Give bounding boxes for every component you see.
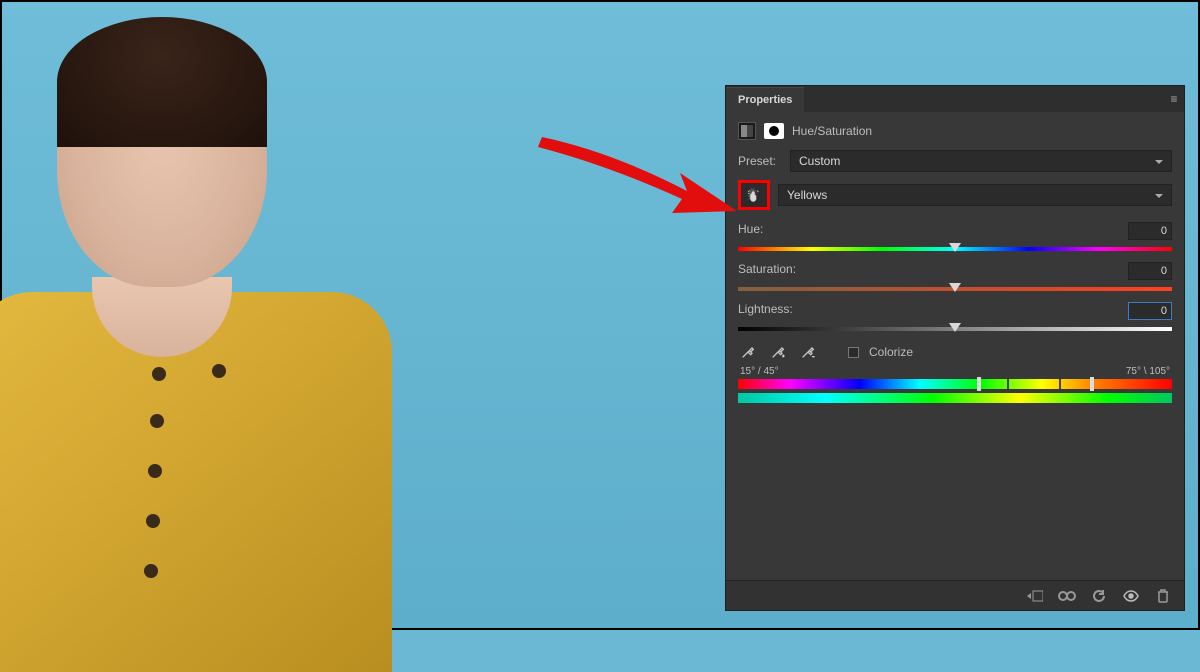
- panel-tab-row: Properties ≡: [726, 86, 1184, 112]
- range-bar-2[interactable]: [1059, 379, 1061, 389]
- layer-mask-icon[interactable]: [764, 123, 784, 139]
- colorize-checkbox[interactable]: [848, 347, 859, 358]
- panel-menu-icon[interactable]: ≡: [1164, 92, 1184, 106]
- reset-button[interactable]: [1090, 587, 1108, 605]
- preset-value: Custom: [799, 154, 840, 168]
- channel-dropdown[interactable]: Yellows: [778, 184, 1172, 206]
- lightness-slider[interactable]: [738, 326, 1172, 332]
- preset-label: Preset:: [738, 154, 782, 168]
- visibility-toggle[interactable]: [1122, 587, 1140, 605]
- lightness-value-input[interactable]: [1128, 302, 1172, 320]
- eyedropper-add-tool[interactable]: [768, 342, 788, 362]
- eyedropper-tool[interactable]: [738, 342, 758, 362]
- adjustment-title: Hue/Saturation: [792, 124, 872, 138]
- eyedropper-subtract-tool[interactable]: [798, 342, 818, 362]
- saturation-label: Saturation:: [738, 262, 796, 280]
- range-bar-1[interactable]: [1007, 379, 1009, 389]
- annotation-arrow: [532, 127, 742, 227]
- properties-panel: Properties ≡ Hue/Saturation Preset: Cust…: [726, 86, 1184, 610]
- range-right-label: 75° \ 105°: [1126, 366, 1170, 377]
- hue-slider[interactable]: [738, 246, 1172, 252]
- range-marker-1[interactable]: [977, 377, 981, 391]
- range-left-label: 15° / 45°: [740, 366, 779, 377]
- color-range-spectrum-bottom: [738, 393, 1172, 403]
- previous-state-button[interactable]: [1058, 587, 1076, 605]
- saturation-slider[interactable]: [738, 286, 1172, 292]
- preset-dropdown[interactable]: Custom: [790, 150, 1172, 172]
- range-marker-2[interactable]: [1090, 377, 1094, 391]
- hand-scrubby-icon: [745, 186, 763, 204]
- lightness-slider-handle[interactable]: [949, 323, 961, 332]
- saturation-slider-handle[interactable]: [949, 283, 961, 292]
- targeted-adjustment-tool[interactable]: [738, 180, 770, 210]
- trash-button[interactable]: [1154, 587, 1172, 605]
- channel-value: Yellows: [787, 188, 827, 202]
- hue-value-input[interactable]: [1128, 222, 1172, 240]
- color-range-spectrum-top[interactable]: [738, 379, 1172, 389]
- panel-footer: [726, 580, 1184, 610]
- lightness-label: Lightness:: [738, 302, 793, 320]
- image-subject: [2, 2, 382, 628]
- clip-to-layer-button[interactable]: [1026, 587, 1044, 605]
- adjustment-header: Hue/Saturation: [738, 122, 1172, 140]
- tab-properties[interactable]: Properties: [726, 87, 804, 112]
- hue-slider-handle[interactable]: [949, 243, 961, 252]
- colorize-label: Colorize: [869, 345, 913, 359]
- saturation-value-input[interactable]: [1128, 262, 1172, 280]
